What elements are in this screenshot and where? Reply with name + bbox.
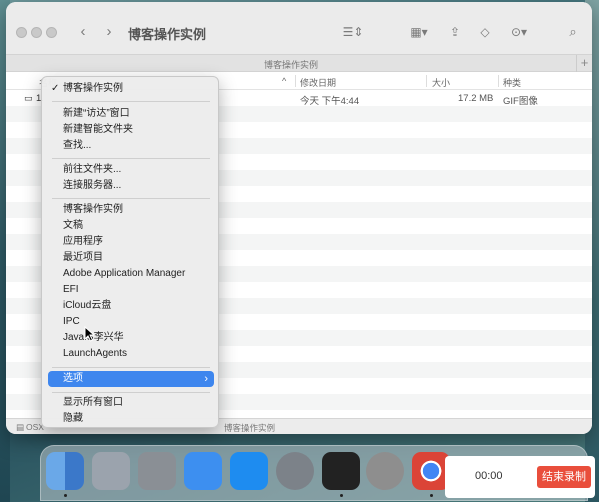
menu-item-go-to-folder[interactable]: 前往文件夹... <box>48 162 214 178</box>
file-size: 17.2 MB <box>458 93 494 104</box>
menu-item-options[interactable]: 选项 › <box>48 371 214 387</box>
file-kind: GIF图像 <box>503 96 538 107</box>
column-header-size[interactable]: 大小 <box>432 76 450 89</box>
menu-item-ipc[interactable]: IPC <box>48 314 214 330</box>
file-date: 今天 下午4:44 <box>300 96 360 107</box>
menu-item-show-all-windows[interactable]: 显示所有窗口 <box>48 395 214 411</box>
menu-item-connect-server[interactable]: 连接服务器... <box>48 178 214 194</box>
minimize-window-button[interactable] <box>31 27 42 38</box>
menu-item-find[interactable]: 查找... <box>48 138 214 154</box>
menu-item-launchagents[interactable]: LaunchAgents <box>48 346 214 362</box>
running-indicator <box>430 494 433 497</box>
menu-item-icloud[interactable]: iCloud云盘 <box>48 298 214 314</box>
sort-indicator-icon: ^ <box>282 76 287 86</box>
app-store-icon[interactable] <box>230 452 268 490</box>
menu-item-documents[interactable]: 文稿 <box>48 218 214 234</box>
column-separator <box>498 75 499 87</box>
screenshot-icon[interactable] <box>138 452 176 490</box>
zoom-window-button[interactable] <box>46 27 57 38</box>
recording-timer: 00:00 <box>475 470 503 482</box>
chevron-right-icon: › <box>204 373 208 385</box>
search-icon[interactable]: ⌕ <box>564 20 582 44</box>
running-indicator <box>340 494 343 497</box>
column-header-date[interactable]: 修改日期 <box>300 76 336 89</box>
terminal-icon[interactable] <box>322 452 360 490</box>
menu-item-folder[interactable]: 博客操作实例 <box>48 202 214 218</box>
context-menu: ✓ 博客操作实例 新建“访达”窗口 新建智能文件夹 查找... 前往文件夹...… <box>41 76 219 428</box>
menu-separator <box>52 101 210 102</box>
forward-arrow-icon[interactable]: › <box>100 20 118 44</box>
gear-utility-icon[interactable] <box>366 452 404 490</box>
share-icon[interactable]: ⇪ <box>446 20 464 44</box>
action-menu-icon[interactable]: ⊙▾ <box>504 20 534 44</box>
column-header-kind[interactable]: 种类 <box>503 76 521 89</box>
mouse-cursor-icon <box>84 326 96 342</box>
menu-item-new-smart-folder[interactable]: 新建智能文件夹 <box>48 122 214 138</box>
tab-title[interactable]: 博客操作实例 <box>6 58 576 71</box>
new-tab-button[interactable]: + <box>576 55 592 72</box>
path-item-end[interactable]: 博客操作实例 <box>224 422 275 434</box>
disk-icon: ▤ <box>16 422 25 432</box>
gif-file-icon: ▭ <box>24 93 33 103</box>
column-separator <box>295 75 296 87</box>
system-preferences-icon[interactable] <box>276 452 314 490</box>
tag-icon[interactable]: ◇ <box>476 20 494 44</box>
launchpad-icon[interactable] <box>92 452 130 490</box>
menu-item-recents[interactable]: 最近项目 <box>48 250 214 266</box>
mail-icon[interactable] <box>184 452 222 490</box>
checkmark-icon: ✓ <box>51 83 60 94</box>
list-view-icon[interactable]: ☰⇕ <box>338 20 368 44</box>
running-indicator <box>64 494 67 497</box>
menu-item-hide[interactable]: 隐藏 <box>48 411 214 427</box>
menu-separator <box>52 158 210 159</box>
window-title: 博客操作实例 <box>128 27 207 42</box>
back-arrow-icon[interactable]: ‹ <box>74 20 92 44</box>
tab-bar: 博客操作实例 + <box>6 54 592 72</box>
recording-panel: 00:00 结束录制 <box>445 456 595 498</box>
column-separator <box>426 75 427 87</box>
menu-item-javais[interactable]: JavaIS李兴华 <box>48 330 214 346</box>
titlebar: ‹ › 博客操作实例 ☰⇕ ▦▾ ⇪ ◇ ⊙▾ ⌕ <box>6 2 592 54</box>
menu-item-label: 选项 <box>63 373 83 384</box>
menu-item-label: 博客操作实例 <box>63 83 123 94</box>
grid-view-icon[interactable]: ▦▾ <box>404 20 434 44</box>
finder-icon[interactable] <box>46 452 84 490</box>
menu-separator <box>52 367 210 368</box>
menu-separator <box>52 392 210 393</box>
menu-separator <box>52 198 210 199</box>
menu-item-new-finder-window[interactable]: 新建“访达”窗口 <box>48 106 214 122</box>
menu-item-adobe[interactable]: Adobe Application Manager <box>48 266 214 282</box>
menu-item-current-folder[interactable]: ✓ 博客操作实例 <box>48 81 214 97</box>
menu-item-applications[interactable]: 应用程序 <box>48 234 214 250</box>
stop-recording-button[interactable]: 结束录制 <box>537 466 591 488</box>
close-window-button[interactable] <box>16 27 27 38</box>
menu-item-efi[interactable]: EFI <box>48 282 214 298</box>
